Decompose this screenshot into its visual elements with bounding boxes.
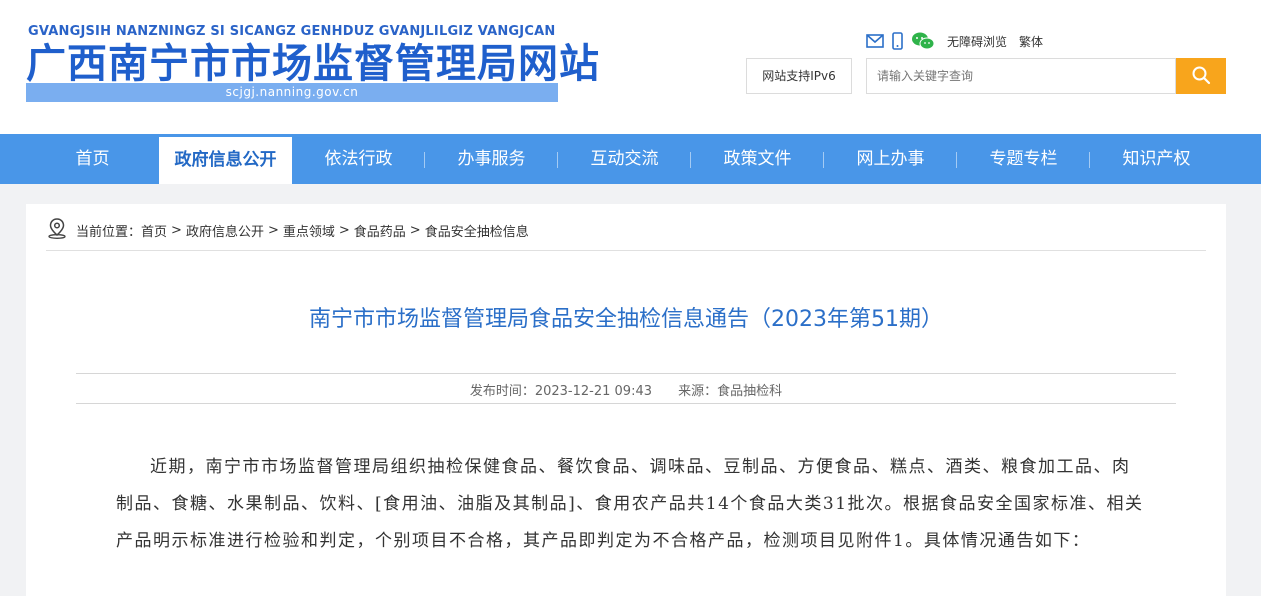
breadcrumb-separator: >: [267, 222, 279, 238]
article-meta: 发布时间：2023-12-21 09:43 来源：食品抽检科: [26, 380, 1226, 399]
publish-time: 发布时间：2023-12-21 09:43: [469, 384, 652, 399]
site-header: GVANGJSIH NANZNINGZ SI SICANGZ GENHDUZ G…: [0, 0, 1261, 134]
breadcrumb-prefix: 当前位置：: [76, 224, 142, 240]
nav-item-gov-info[interactable]: 政府信息公开: [159, 137, 292, 184]
breadcrumb-food-safety[interactable]: 食品安全抽检信息: [425, 221, 529, 240]
breadcrumb-gov-info[interactable]: 政府信息公开: [186, 221, 264, 240]
breadcrumb-key-areas[interactable]: 重点领域: [283, 221, 335, 240]
mail-icon[interactable]: [866, 34, 884, 48]
article-title: 南宁市市场监督管理局食品安全抽检信息通告（2023年第51期）: [309, 307, 943, 332]
nav-item-policy[interactable]: 政策文件: [691, 134, 824, 184]
nav-item-home[interactable]: 首页: [26, 134, 159, 184]
breadcrumb: 当前位置： 首页 > 政府信息公开 > 重点领域 > 食品药品 > 食品安全抽检…: [46, 217, 529, 243]
nav-item-law-admin[interactable]: 依法行政: [292, 134, 425, 184]
breadcrumb-divider: [46, 250, 1206, 251]
site-logo[interactable]: GVANGJSIH NANZNINGZ SI SICANGZ GENHDUZ G…: [26, 24, 599, 104]
article-container: 当前位置： 首页 > 政府信息公开 > 重点领域 > 食品药品 > 食品安全抽检…: [26, 204, 1226, 596]
logo-title: 广西南宁市市场监督管理局网站: [26, 41, 600, 87]
logo-pinyin: GVANGJSIH NANZNINGZ SI SICANGZ GENHDUZ G…: [28, 24, 556, 39]
search-input[interactable]: [866, 58, 1176, 94]
accessibility-link[interactable]: 无障碍浏览: [947, 33, 1007, 50]
breadcrumb-separator: >: [171, 222, 182, 238]
wechat-icon[interactable]: [911, 31, 935, 51]
location-pin-icon: [46, 217, 68, 243]
breadcrumb-home[interactable]: 首页: [141, 221, 167, 240]
breadcrumb-separator: >: [338, 222, 350, 238]
mobile-icon[interactable]: [892, 32, 903, 50]
article-source: 来源：食品抽检科: [678, 384, 783, 399]
search-icon: [1191, 65, 1211, 88]
main-nav: 首页 政府信息公开 依法行政 办事服务 互动交流 政策文件 网上办事 专题专栏 …: [0, 134, 1261, 184]
top-utility-bar: 无障碍浏览 繁体: [866, 31, 1043, 51]
article-body: 近期，南宁市市场监督管理局组织抽检保健食品、餐饮食品、调味品、豆制品、方便食品、…: [116, 457, 1144, 551]
nav-item-online-service[interactable]: 网上办事: [824, 134, 957, 184]
search-button[interactable]: [1176, 58, 1226, 94]
logo-domain: scjgj.nanning.gov.cn: [26, 83, 558, 102]
meta-top-divider: [76, 373, 1176, 374]
nav-item-services[interactable]: 办事服务: [425, 134, 558, 184]
meta-bottom-divider: [76, 403, 1176, 404]
nav-item-interaction[interactable]: 互动交流: [558, 134, 691, 184]
breadcrumb-separator: >: [409, 222, 421, 238]
nav-item-ip[interactable]: 知识产权: [1090, 134, 1223, 184]
nav-item-special-topics[interactable]: 专题专栏: [957, 134, 1090, 184]
breadcrumb-food-drug[interactable]: 食品药品: [354, 221, 406, 240]
ipv6-badge: 网站支持IPv6: [746, 58, 852, 94]
traditional-chinese-link[interactable]: 繁体: [1019, 33, 1043, 50]
